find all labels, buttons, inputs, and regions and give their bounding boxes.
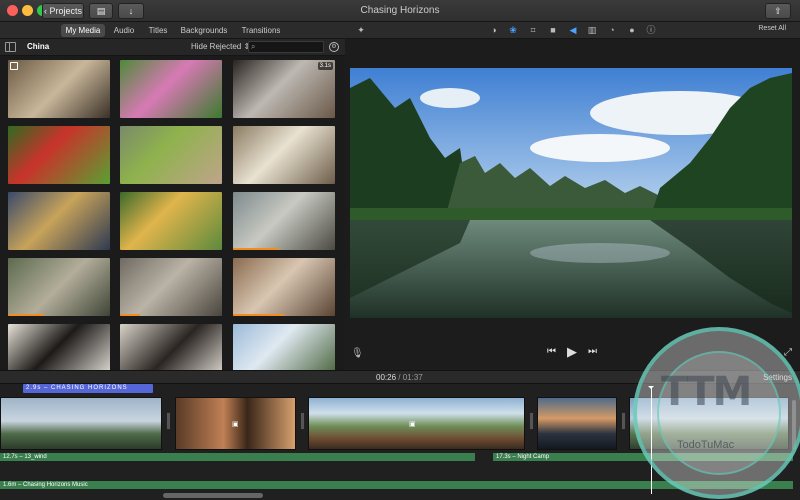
watermark-text: TTM [661,369,752,415]
horizontal-scrollbar[interactable] [163,493,263,498]
adjustments-bar: ✦ ◑ ❀ ⌗ ■ ◀ ▥ ◔ ● ⓘ Reset All [345,22,800,39]
timeline-clip-3[interactable]: ▣ [308,397,525,450]
tab-transitions[interactable]: Transitions [238,24,284,37]
window-title: Chasing Horizons [360,5,440,16]
equalizer-icon[interactable]: ▥ [586,24,598,36]
watermark-site: TodoTuMac [677,439,735,451]
clip-effect-icon: ▣ [232,421,239,428]
used-in-project-bar [8,314,44,316]
filter-label: Hide Rejected [191,42,242,51]
library-clip-thumbnail[interactable] [8,192,110,250]
settings-gear-icon[interactable]: ⚙ [329,42,339,52]
used-in-project-bar [233,314,284,316]
crop-icon[interactable]: ⌗ [527,24,539,36]
microphone-icon[interactable]: 🎙 [351,348,364,359]
timecode: 00:26 / 01:37 [376,373,423,382]
color-correction-icon[interactable]: ❀ [507,24,519,36]
used-in-project-bar [233,248,279,250]
library-clip-thumbnail[interactable]: 3.1s [233,60,335,118]
tab-backgrounds[interactable]: Backgrounds [180,24,228,37]
current-time: 00:26 [376,373,397,382]
sidebar-toggle-icon[interactable] [5,42,16,52]
magic-wand-icon[interactable]: ✦ [355,24,367,36]
viewer: 🎙 ⏮ ▶ ⏭ ⤢ [345,39,800,369]
library-clip-thumbnail[interactable] [233,126,335,184]
library-grid: 3.1s [0,56,345,370]
clip-badge-icon [10,62,18,70]
library-clip-thumbnail[interactable] [120,60,222,118]
transition-2[interactable] [300,412,305,430]
watermark-logo: TTM TodoTuMac [633,327,800,499]
share-button[interactable]: ⇧ [765,3,791,19]
volume-icon[interactable]: ◀ [567,24,579,36]
total-time: 01:37 [402,373,423,382]
fullscreen-icon[interactable]: ⤢ [784,347,792,358]
info-icon[interactable]: ⓘ [645,24,657,36]
library-clip-thumbnail[interactable] [8,126,110,184]
library-clip-thumbnail[interactable] [120,324,222,370]
title-clip[interactable]: 2.9s – CHASING HORIZONS [23,384,153,393]
viewer-frame [350,68,792,318]
library-clip-thumbnail[interactable] [120,126,222,184]
tab-audio[interactable]: Audio [110,24,138,37]
library-clip-thumbnail[interactable] [233,324,335,370]
audio-clip-wind[interactable]: 12.7s – 13_wind [0,453,475,461]
library-clip-thumbnail[interactable] [120,258,222,316]
skip-forward-button[interactable]: ⏭ [588,346,597,357]
library-clip-thumbnail[interactable] [8,258,110,316]
clip-speed-icon: ▣ [409,421,416,428]
stabilization-icon[interactable]: ■ [547,24,559,36]
color-balance-icon[interactable]: ◑ [488,24,500,36]
library-clip-thumbnail[interactable] [120,192,222,250]
share-icon: ⇧ [774,6,782,16]
transition-3[interactable] [529,412,534,430]
tab-titles[interactable]: Titles [145,24,171,37]
play-button[interactable]: ▶ [567,344,577,360]
browser-tabs: My Media Audio Titles Backgrounds Transi… [0,22,345,39]
landscape-preview [350,68,792,318]
timeline-clip-1[interactable] [0,397,162,450]
library-bar: China Hide Rejected ⇕ ⌕ ⚙ [0,39,345,56]
search-input[interactable] [260,42,322,52]
skip-back-button[interactable]: ⏮ [547,346,556,357]
library-clip-thumbnail[interactable] [233,258,335,316]
event-name: China [27,42,50,51]
title-bar: ‹ Projects ▤ ↓ Chasing Horizons ⇧ [0,0,800,22]
library-clip-thumbnail[interactable] [8,60,110,118]
reset-all-button[interactable]: Reset All [758,25,786,32]
library-clip-thumbnail[interactable] [233,192,335,250]
used-in-project-bar [120,314,141,316]
transition-1[interactable] [166,412,171,430]
filter-popup[interactable]: Hide Rejected ⇕ [191,42,250,51]
timeline-clip-2[interactable]: ▣ [175,397,296,450]
speed-icon[interactable]: ◔ [606,24,618,36]
tab-my-media[interactable]: My Media [61,24,105,37]
time-separator: / [398,373,401,382]
search-icon: ⌕ [251,42,256,51]
clip-filter-icon[interactable]: ● [626,24,638,36]
search-field[interactable]: ⌕ [248,41,324,53]
transition-4[interactable] [621,412,626,430]
clip-duration: 3.1s [317,62,333,70]
library-clip-thumbnail[interactable] [8,324,110,370]
timeline-clip-4[interactable] [537,397,617,450]
